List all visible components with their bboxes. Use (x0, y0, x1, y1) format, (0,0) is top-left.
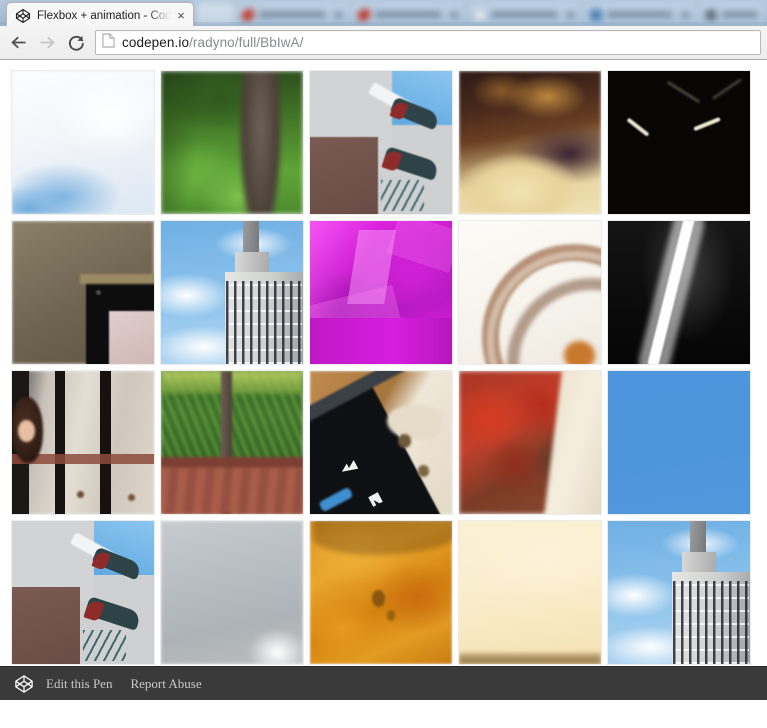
codepen-logo[interactable] (14, 674, 34, 694)
tile-blue-sky-flat[interactable] (607, 370, 751, 515)
codepen-footer-bar: Edit this Pen Report Abuse (0, 666, 767, 700)
tab-favicon-icon (358, 8, 371, 21)
codepen-icon (15, 8, 31, 24)
page-viewport: Edit this Pen Report Abuse (0, 60, 767, 700)
foliage-art (161, 71, 303, 214)
frame-mid-2 (100, 371, 112, 514)
facet-3 (310, 318, 452, 364)
tab-title-blurred (722, 11, 760, 18)
close-icon[interactable] (334, 10, 344, 19)
tile-hedge-path[interactable] (160, 370, 304, 515)
brick-wall (12, 586, 81, 664)
tile-skyscraper-2[interactable] (607, 520, 751, 665)
close-icon[interactable] (565, 10, 575, 19)
tile-orange-fruit[interactable] (309, 520, 453, 665)
tile-light-tube[interactable] (607, 220, 751, 365)
tile-green-foliage[interactable] (160, 70, 304, 215)
orange-blur-spot (564, 341, 596, 364)
url-host: codepen.io (122, 35, 190, 50)
close-icon[interactable]: × (173, 8, 189, 24)
tab-favicon-icon (589, 8, 602, 21)
tile-magenta-crystal[interactable] (309, 220, 453, 365)
grey-soft-art (161, 521, 303, 664)
bottom-edge (459, 652, 601, 664)
tile-cloudy-sky[interactable] (11, 70, 155, 215)
blur-overlay (310, 71, 452, 214)
spire (690, 521, 706, 556)
edit-this-pen-link[interactable]: Edit this Pen (46, 676, 112, 692)
tile-wooden-rim[interactable] (458, 220, 602, 365)
tab-title-blurred (259, 11, 329, 18)
back-button[interactable] (4, 28, 33, 57)
tile-phone-on-table[interactable] (309, 370, 453, 515)
tablet-edge-highlight (80, 273, 154, 284)
tile-cream-gradient[interactable] (458, 520, 602, 665)
night-art (608, 71, 750, 214)
close-icon[interactable] (681, 10, 691, 19)
tile-window-portrait[interactable] (11, 370, 155, 515)
address-bar[interactable]: codepen.io/radyno/full/BbIwA/ (95, 30, 761, 55)
cream-art (459, 521, 601, 664)
report-abuse-link[interactable]: Report Abuse (130, 676, 201, 692)
blemish-1 (372, 589, 386, 607)
tablet-screen (108, 311, 154, 364)
tower-windows (673, 581, 749, 664)
url-path: /radyno/full/BbIwA/ (189, 35, 304, 50)
document-icon (102, 33, 116, 53)
tile-pagoda-roof-2[interactable] (11, 520, 155, 665)
tab-flexbox-animation[interactable]: Flexbox + animation - Cod × (6, 2, 194, 26)
image-grid (11, 70, 756, 700)
tile-tablet-corner[interactable] (11, 220, 155, 365)
forward-button[interactable] (33, 28, 62, 57)
crumb-2 (417, 465, 430, 477)
tab-strip: Flexbox + animation - Cod × (0, 0, 767, 26)
tile-grey-gradient[interactable] (160, 520, 304, 665)
close-icon[interactable] (449, 10, 459, 19)
blur-overlay (161, 221, 303, 364)
camera-icon (95, 289, 101, 295)
tab-title: Flexbox + animation - Cod (37, 9, 171, 22)
url-text: codepen.io/radyno/full/BbIwA/ (122, 35, 304, 50)
tab-title-blurred (606, 11, 676, 18)
tile-night-lights[interactable] (607, 70, 751, 215)
tab-favicon-icon (473, 8, 486, 21)
pagoda-lattice (83, 629, 126, 662)
tile-red-blonde[interactable] (458, 370, 602, 515)
tab-favicon-icon (242, 8, 255, 21)
tile-pagoda-roof[interactable] (309, 70, 453, 215)
blue-flat-art (608, 371, 750, 514)
browser-toolbar: codepen.io/radyno/full/BbIwA/ (0, 26, 767, 60)
tab-favicon-icon (705, 8, 718, 21)
face-patch (17, 419, 35, 443)
browser-window: Flexbox + animation - Cod × codepen.io/r… (0, 0, 767, 728)
food-dark-art (459, 71, 601, 214)
reload-button[interactable] (62, 28, 91, 57)
bright-top (161, 371, 303, 394)
tab-title-blurred (375, 11, 444, 18)
paving (161, 468, 303, 514)
frame-mid-1 (54, 371, 65, 514)
tile-food-closeup[interactable] (458, 70, 602, 215)
tab-title-blurred (490, 11, 560, 18)
sky-overcast-art (12, 71, 154, 214)
tile-skyscraper[interactable] (160, 220, 304, 365)
curb (161, 456, 303, 469)
crumb-1 (398, 433, 411, 449)
